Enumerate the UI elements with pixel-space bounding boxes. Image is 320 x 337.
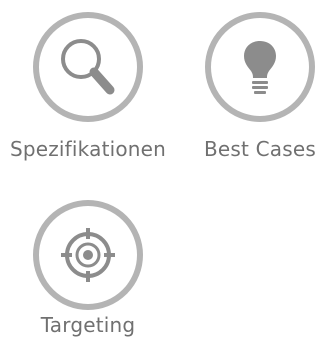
tile-label: Best Cases: [203, 137, 316, 161]
crosshair-icon: [61, 228, 115, 282]
tile-targeting[interactable]: Targeting: [0, 195, 176, 337]
tile-best-cases[interactable]: Best Cases: [200, 0, 320, 170]
search-circle: [33, 12, 143, 122]
lightbulb-icon: [244, 41, 276, 94]
tile-spezifikationen[interactable]: Spezifikationen: [0, 0, 176, 170]
crosshair-circle: [33, 200, 143, 310]
search-icon: [61, 39, 115, 95]
lightbulb-circle: [205, 12, 315, 122]
tile-label: Targeting: [40, 313, 136, 337]
tile-label: Spezifikationen: [9, 137, 167, 161]
